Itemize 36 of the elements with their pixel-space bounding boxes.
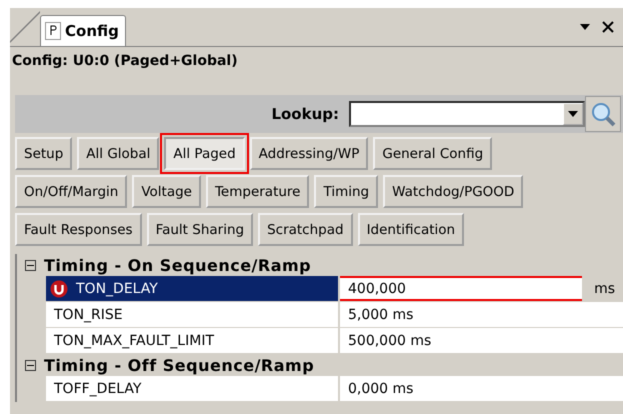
lookup-label: Lookup: [271,105,339,123]
collapse-toggle[interactable] [25,260,36,270]
category-button[interactable]: Setup [15,137,72,170]
property-value: 0,000 ms [347,380,414,398]
category-button[interactable]: Temperature [206,175,310,208]
page-icon [45,22,61,40]
search-button[interactable] [585,96,621,132]
property-value: 500,000 ms [347,332,432,350]
caret-icon [568,111,578,117]
section-header: Timing - On Sequence/Ramp [44,256,312,274]
category-button[interactable]: General Config [373,137,492,170]
lookup-combobox[interactable] [349,101,585,127]
unit-label: ms [582,276,623,301]
property-name[interactable]: TON_DELAY [46,276,340,301]
category-button[interactable]: On/Off/Margin [15,175,128,208]
property-name[interactable]: TON_MAX_FAULT_LIMIT [46,328,340,353]
category-button[interactable]: Addressing/WP [250,137,368,170]
category-button[interactable]: Watchdog/PGOOD [383,175,524,208]
config-tab[interactable]: Config [40,15,126,46]
category-button[interactable]: All Global [77,137,160,170]
u-badge-icon [50,280,68,298]
category-button[interactable]: Identification [358,213,464,246]
category-button[interactable]: Voltage [132,175,201,208]
config-title: Config: U0:0 (Paged+Global) [11,52,239,71]
section-header: Timing - Off Sequence/Ramp [44,356,314,374]
property-name[interactable]: TOFF_DELAY [46,376,340,401]
collapse-toggle[interactable] [25,360,36,370]
dropdown-icon[interactable] [579,23,591,31]
category-button[interactable]: Fault Sharing [146,213,254,246]
category-button[interactable]: Scratchpad [258,213,353,246]
tab-edge [10,8,40,46]
category-button[interactable]: Fault Responses [15,213,142,246]
close-icon[interactable] [601,20,615,34]
value-field[interactable]: 400,000 ms [340,276,623,301]
category-button[interactable]: Timing [314,175,378,208]
property-value: 5,000 ms [347,306,414,324]
